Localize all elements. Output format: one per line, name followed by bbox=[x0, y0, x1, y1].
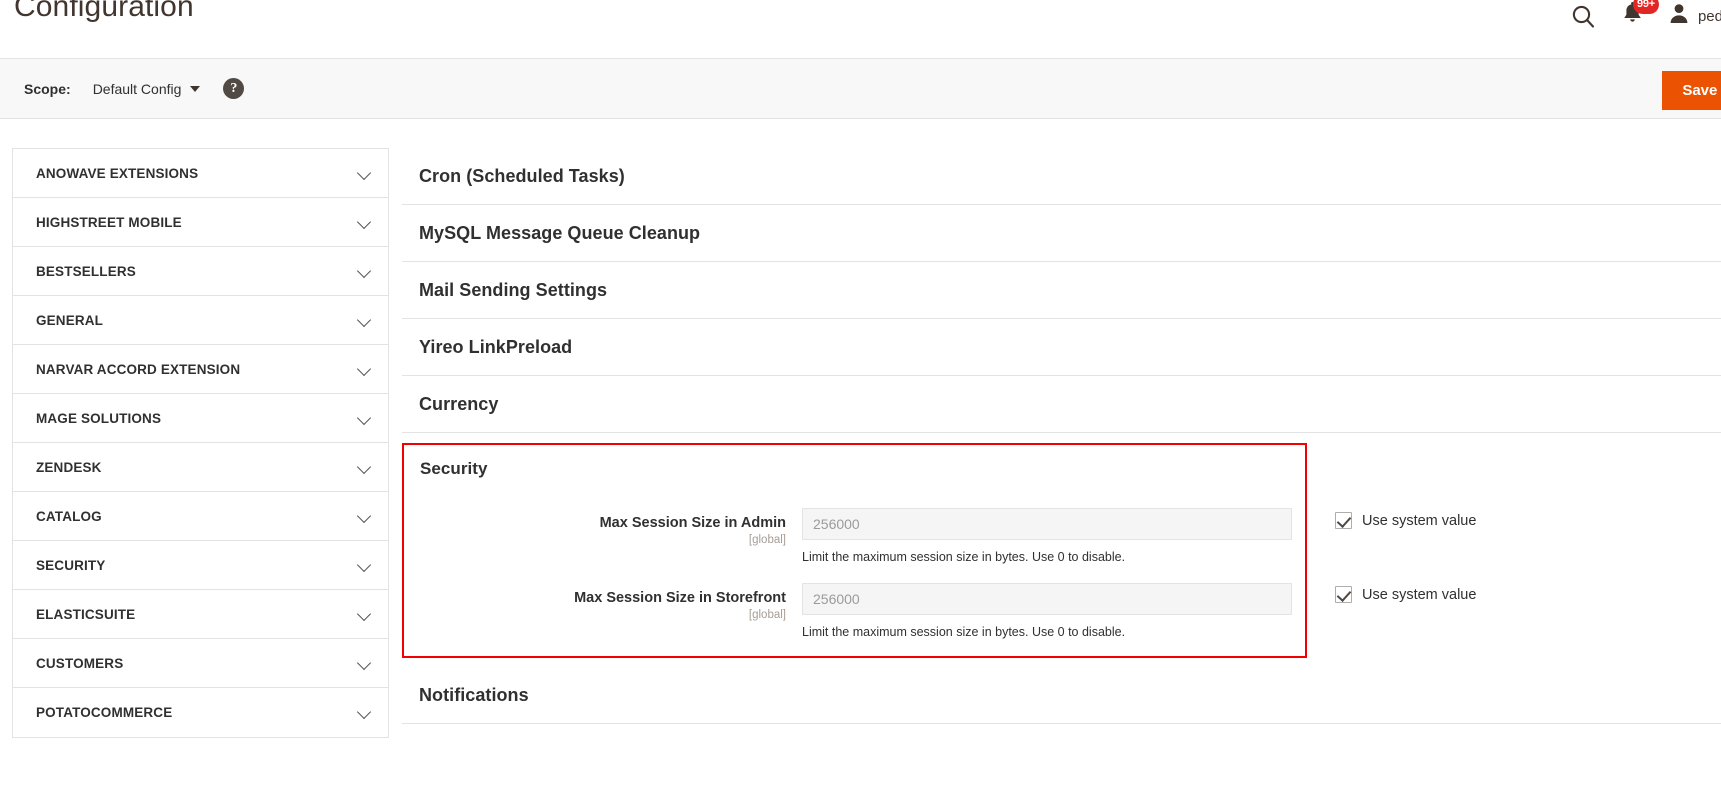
use-system-value-admin: Use system value bbox=[1335, 512, 1476, 529]
search-icon[interactable] bbox=[1571, 4, 1596, 29]
sidebar-item-potatocommerce[interactable]: POTATOCOMMERCE bbox=[13, 688, 388, 737]
chevron-down-icon bbox=[358, 216, 371, 229]
security-fields: Max Session Size in Admin [global] Limit… bbox=[404, 482, 1305, 656]
section-mysql-message-queue-cleanup[interactable]: MySQL Message Queue Cleanup bbox=[402, 205, 1721, 262]
section-cron-scheduled-tasks[interactable]: Cron (Scheduled Tasks) bbox=[402, 148, 1721, 205]
notifications-button[interactable]: 99+ bbox=[1622, 0, 1660, 30]
sidebar-item-catalog[interactable]: CATALOG bbox=[13, 492, 388, 541]
use-system-value-storefront: Use system value bbox=[1335, 586, 1476, 603]
user-avatar-icon bbox=[1669, 3, 1689, 29]
sidebar-item-label: NARVAR ACCORD EXTENSION bbox=[36, 361, 241, 377]
field-max-session-size-storefront: Max Session Size in Storefront [global] … bbox=[404, 583, 1305, 640]
field-note: Limit the maximum session size in bytes.… bbox=[802, 625, 1126, 639]
sidebar-item-customers[interactable]: CUSTOMERS bbox=[13, 639, 388, 688]
save-config-button[interactable]: Save Config bbox=[1662, 71, 1721, 110]
sidebar-item-label: ANOWAVE EXTENSIONS bbox=[36, 165, 199, 181]
user-name: pedroli bbox=[1697, 7, 1721, 25]
checkbox-checked-icon[interactable] bbox=[1335, 586, 1352, 603]
chevron-down-icon bbox=[358, 314, 371, 327]
chevron-down-icon bbox=[358, 363, 371, 376]
chevron-down-icon bbox=[358, 412, 371, 425]
sidebar-item-label: SECURITY bbox=[36, 557, 106, 573]
sidebar-item-label: GENERAL bbox=[36, 312, 104, 328]
chevron-down-icon bbox=[358, 461, 371, 474]
section-title: Currency bbox=[419, 394, 499, 414]
user-menu[interactable]: pedroli bbox=[1669, 3, 1721, 29]
sidebar-item-label: MAGE SOLUTIONS bbox=[36, 410, 162, 426]
section-title: Notifications bbox=[419, 685, 529, 705]
content-body: ANOWAVE EXTENSIONS HIGHSTREET MOBILE BES… bbox=[0, 119, 1721, 738]
sidebar-item-general[interactable]: GENERAL bbox=[13, 296, 388, 345]
chevron-down-icon bbox=[358, 265, 371, 278]
sidebar-item-label: BESTSELLERS bbox=[36, 263, 136, 279]
use-system-value-label[interactable]: Use system value bbox=[1362, 513, 1476, 529]
sidebar-item-security[interactable]: SECURITY bbox=[13, 541, 388, 590]
sidebar-item-label: ZENDESK bbox=[36, 459, 102, 475]
field-label: Max Session Size in Admin bbox=[599, 515, 786, 531]
field-max-session-size-admin: Max Session Size in Admin [global] Limit… bbox=[404, 508, 1305, 565]
section-notifications[interactable]: Notifications bbox=[402, 667, 1721, 724]
sidebar-item-bestsellers[interactable]: BESTSELLERS bbox=[13, 247, 388, 296]
section-title: Security bbox=[420, 459, 488, 478]
section-mail-sending-settings[interactable]: Mail Sending Settings bbox=[402, 262, 1721, 319]
field-input-col: Limit the maximum session size in bytes.… bbox=[802, 508, 1305, 565]
config-sidebar-nav: ANOWAVE EXTENSIONS HIGHSTREET MOBILE BES… bbox=[12, 148, 389, 738]
help-icon[interactable]: ? bbox=[223, 78, 245, 99]
scope-label: Scope: bbox=[24, 80, 71, 97]
section-security-highlighted[interactable]: Security Max Session Size in Admin [glob… bbox=[402, 443, 1307, 658]
sidebar-item-highstreet-mobile[interactable]: HIGHSTREET MOBILE bbox=[13, 198, 388, 247]
config-main-panel: Cron (Scheduled Tasks) MySQL Message Que… bbox=[402, 148, 1721, 724]
field-label: Max Session Size in Storefront bbox=[574, 590, 786, 606]
field-label-col: Max Session Size in Admin [global] bbox=[404, 508, 802, 548]
chevron-down-icon bbox=[358, 706, 371, 719]
field-input-col: Limit the maximum session size in bytes.… bbox=[802, 583, 1305, 640]
section-yireo-linkpreload[interactable]: Yireo LinkPreload bbox=[402, 319, 1721, 376]
checkbox-checked-icon[interactable] bbox=[1335, 512, 1352, 529]
sidebar-item-label: HIGHSTREET MOBILE bbox=[36, 214, 182, 230]
max-session-size-admin-input[interactable] bbox=[802, 508, 1292, 540]
page-header: Configuration 99+ ped bbox=[0, 0, 1721, 58]
sidebar-item-narvar-accord-extension[interactable]: NARVAR ACCORD EXTENSION bbox=[13, 345, 388, 394]
chevron-down-icon bbox=[190, 85, 201, 92]
section-title: Mail Sending Settings bbox=[419, 280, 608, 300]
sidebar-item-zendesk[interactable]: ZENDESK bbox=[13, 443, 388, 492]
sidebar-item-label: POTATOCOMMERCE bbox=[36, 705, 173, 720]
section-title: MySQL Message Queue Cleanup bbox=[419, 223, 701, 243]
field-label-col: Max Session Size in Storefront [global] bbox=[404, 583, 802, 623]
field-scope-hint: [global] bbox=[748, 534, 786, 546]
section-currency[interactable]: Currency bbox=[402, 376, 1721, 433]
max-session-size-storefront-input[interactable] bbox=[802, 583, 1292, 615]
chevron-down-icon bbox=[358, 510, 371, 523]
field-scope-hint: [global] bbox=[748, 609, 786, 621]
sidebar-item-label: CUSTOMERS bbox=[36, 655, 124, 671]
section-title: Cron (Scheduled Tasks) bbox=[419, 166, 625, 186]
sidebar-item-mage-solutions[interactable]: MAGE SOLUTIONS bbox=[13, 394, 388, 443]
section-title: Yireo LinkPreload bbox=[419, 337, 573, 357]
sidebar-item-elasticsuite[interactable]: ELASTICSUITE bbox=[13, 590, 388, 639]
sidebar-item-label: CATALOG bbox=[36, 508, 102, 524]
use-system-value-label[interactable]: Use system value bbox=[1362, 587, 1476, 603]
notification-badge: 99+ bbox=[1632, 0, 1660, 14]
page-title: Configuration bbox=[14, 0, 194, 23]
scope-selected-value: Default Config bbox=[92, 80, 182, 97]
chevron-down-icon bbox=[358, 167, 371, 180]
scope-bar: Scope: Default Config ? Save Config bbox=[0, 58, 1721, 119]
chevron-down-icon bbox=[358, 608, 371, 621]
scope-switcher[interactable]: Default Config bbox=[93, 81, 201, 97]
field-note: Limit the maximum session size in bytes.… bbox=[802, 550, 1126, 564]
header-tools: 99+ pedroli bbox=[1571, 0, 1721, 32]
chevron-down-icon bbox=[358, 559, 371, 572]
sidebar-item-anowave-extensions[interactable]: ANOWAVE EXTENSIONS bbox=[13, 149, 388, 198]
sidebar-item-label: ELASTICSUITE bbox=[36, 606, 136, 622]
chevron-down-icon bbox=[358, 657, 371, 670]
